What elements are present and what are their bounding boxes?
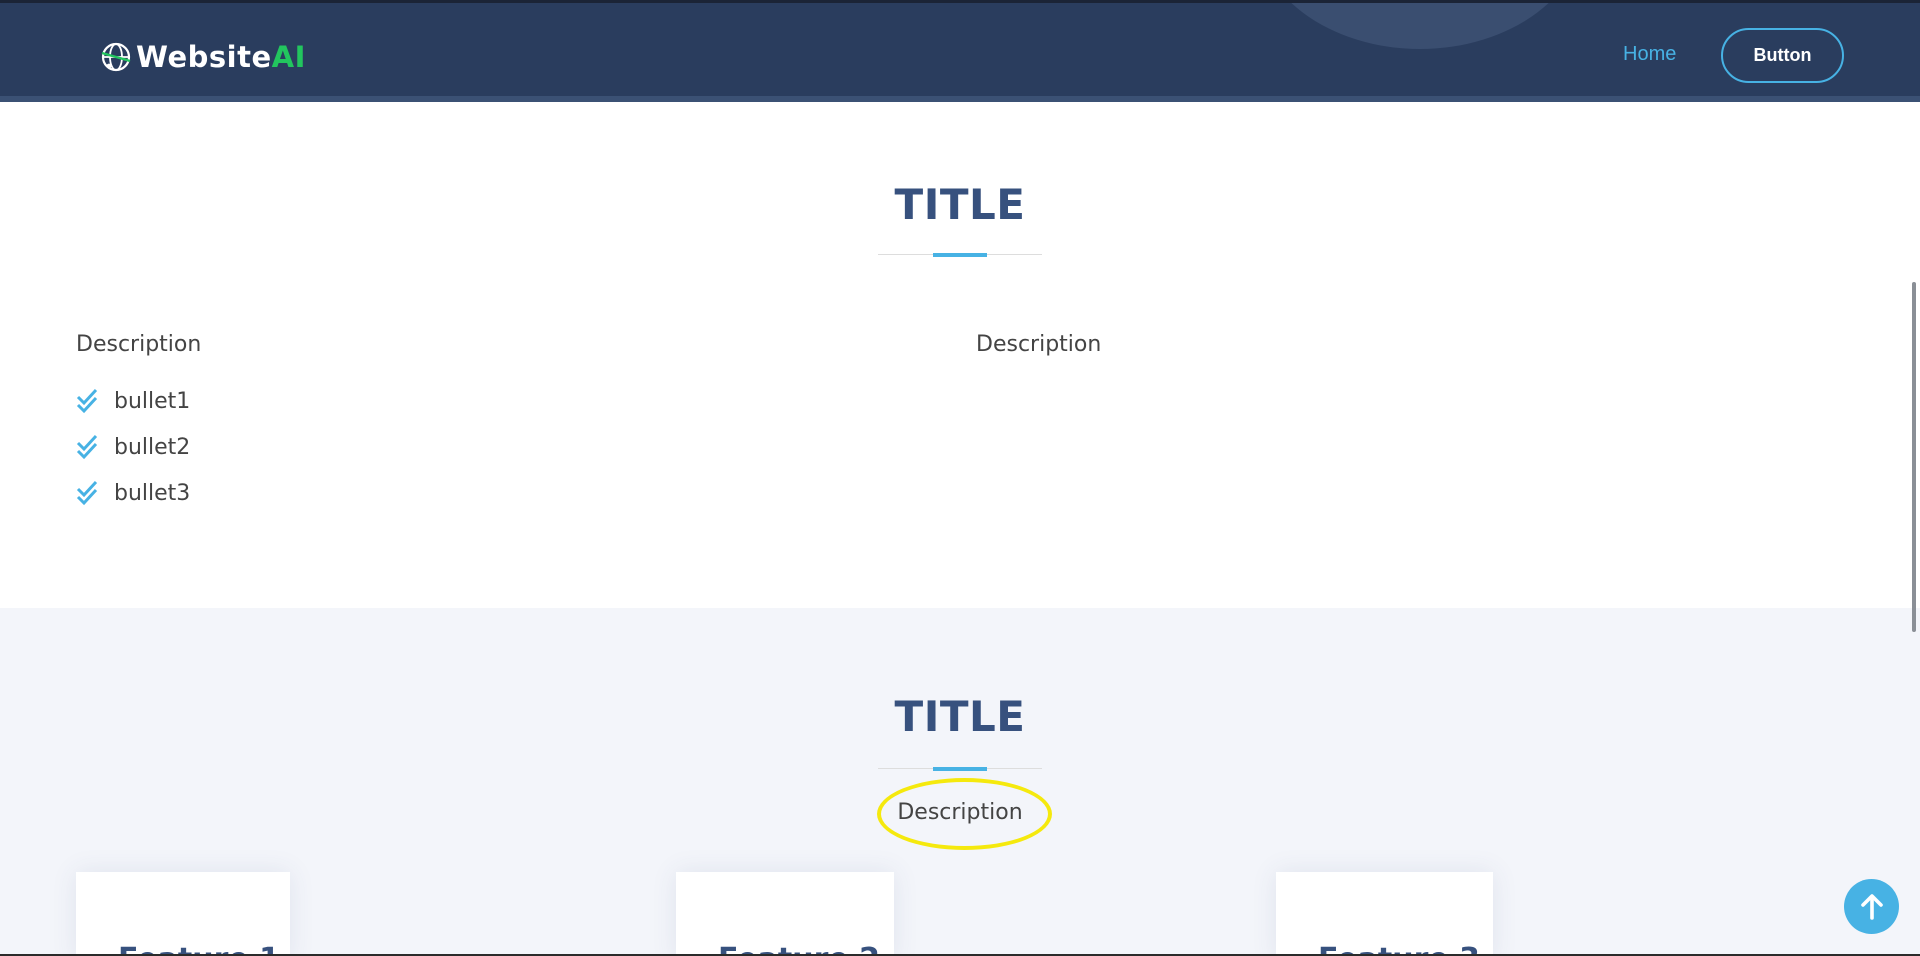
section-title: TITLE [894, 180, 1026, 229]
left-description: Description [76, 332, 202, 357]
globe-icon [101, 42, 131, 72]
feature-card-1[interactable]: Feature 1 [76, 872, 290, 956]
double-check-icon [76, 480, 98, 506]
feature-card-2[interactable]: Feature 2 [676, 872, 894, 956]
site-logo[interactable]: WebsiteAI [100, 40, 306, 74]
logo-text-main: Website [136, 40, 272, 74]
list-item: bullet1 [76, 378, 190, 424]
list-item: bullet3 [76, 470, 190, 516]
nav-home-link[interactable]: Home [1623, 43, 1676, 66]
header-decoration [1255, 3, 1585, 49]
scrollbar-thumb[interactable] [1912, 282, 1916, 632]
logo-text-accent: AI [271, 40, 306, 74]
bullet-list: bullet1 bullet2 bullet3 [76, 378, 190, 516]
right-description: Description [976, 332, 1102, 357]
bullet-text: bullet2 [114, 434, 191, 460]
about-section: TITLE Description Description bullet1 bu… [0, 102, 1920, 608]
features-title: TITLE [894, 692, 1026, 741]
header-cta-button[interactable]: Button [1721, 28, 1844, 83]
back-to-top-button[interactable] [1844, 879, 1899, 934]
arrow-up-icon [1860, 893, 1883, 920]
list-item: bullet2 [76, 424, 190, 470]
site-header: WebsiteAI Home Button [0, 0, 1920, 102]
features-title-accent-bar [933, 767, 987, 771]
title-accent-bar [933, 253, 987, 257]
feature-card-3[interactable]: Feature 3 [1276, 872, 1493, 956]
description-highlight-circle [877, 778, 1052, 850]
bullet-text: bullet3 [114, 480, 191, 506]
double-check-icon [76, 388, 98, 414]
logo-text: WebsiteAI [136, 40, 306, 74]
double-check-icon [76, 434, 98, 460]
bullet-text: bullet1 [114, 388, 191, 414]
